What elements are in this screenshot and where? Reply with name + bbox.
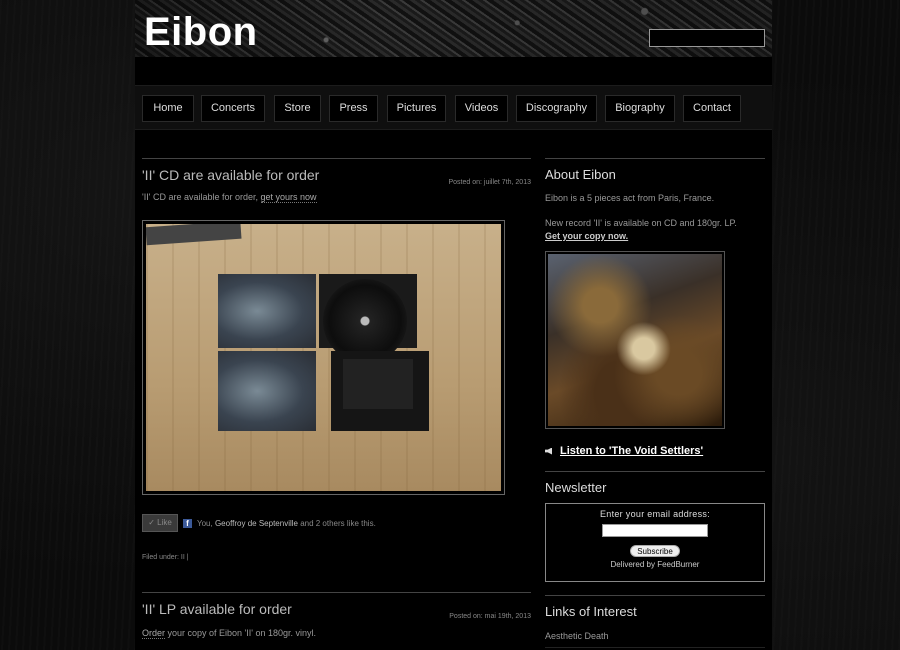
excerpt-text: your copy of Eibon 'II' on 180gr. vinyl. [165, 628, 317, 638]
site-title[interactable]: Eibon [144, 10, 258, 55]
divider [545, 595, 765, 596]
post-header: Posted on: mai 19th, 2013 'II' LP availa… [142, 601, 531, 620]
about-text: Eibon is a 5 pieces act from Paris, Fran… [545, 193, 715, 203]
post-header: Posted on: juillet 7th, 2013 'II' CD are… [142, 167, 531, 186]
nav-videos[interactable]: Videos [455, 95, 508, 122]
divider [545, 471, 765, 472]
facebook-like-row: ✓ Like f You, Geoffroy de Septenville an… [142, 514, 376, 532]
filed-under[interactable]: Filed under: II | [142, 554, 189, 561]
nav-pictures[interactable]: Pictures [387, 95, 446, 122]
link-item[interactable]: Aesthetic Death [545, 631, 765, 648]
like-others: and 2 others like this. [297, 518, 376, 528]
excerpt-text: 'II' CD are available for order, [142, 192, 261, 202]
sidebar: About Eibon Eibon is a 5 pieces act from… [545, 158, 765, 648]
post-excerpt: Order your copy of Eibon 'II' on 180gr. … [142, 628, 531, 639]
speaker-icon [545, 447, 552, 455]
main-content: Posted on: juillet 7th, 2013 'II' CD are… [142, 158, 531, 639]
main-nav: Home Concerts Store Press Pictures Video… [135, 85, 772, 130]
nav-store[interactable]: Store [274, 95, 321, 122]
post-image[interactable] [142, 220, 505, 495]
post-2: Posted on: mai 19th, 2013 'II' LP availa… [142, 592, 531, 639]
like-summary: You, Geoffroy de Septenville and 2 other… [197, 519, 376, 528]
newsletter-section: Newsletter Enter your email address: Sub… [545, 471, 765, 582]
cd-photo [146, 224, 501, 491]
page-container: Eibon Home Concerts Store Press Pictures… [135, 0, 772, 650]
like-friend-name[interactable]: Geoffroy de Septenville [215, 519, 298, 528]
nav-contact[interactable]: Contact [683, 95, 741, 122]
nav-concerts[interactable]: Concerts [201, 95, 265, 122]
links-title: Links of Interest [545, 604, 637, 619]
post-excerpt: 'II' CD are available for order, get you… [142, 192, 531, 203]
search-input[interactable] [649, 29, 765, 47]
like-button[interactable]: ✓ Like [142, 514, 178, 532]
links-section: Links of Interest Aesthetic Death [545, 595, 765, 648]
listen-link[interactable]: Listen to 'The Void Settlers' [560, 445, 703, 457]
email-field[interactable] [602, 524, 708, 537]
divider [545, 158, 765, 159]
excerpt-link[interactable]: get yours now [260, 192, 317, 203]
delivered-by[interactable]: Delivered by FeedBurner [546, 560, 764, 569]
record-description: New record 'II' is available on CD and 1… [545, 218, 737, 228]
post-date: Posted on: mai 19th, 2013 [449, 613, 531, 620]
nav-biography[interactable]: Biography [605, 95, 675, 122]
newsletter-form: Enter your email address: Subscribe Deli… [545, 503, 765, 582]
subscribe-button[interactable]: Subscribe [630, 545, 680, 557]
divider [142, 158, 531, 159]
album-art [548, 254, 722, 426]
excerpt-link[interactable]: Order [142, 628, 166, 639]
newsletter-title: Newsletter [545, 480, 607, 495]
email-label: Enter your email address: [599, 509, 711, 519]
about-title: About Eibon [545, 167, 616, 182]
divider [142, 592, 531, 593]
like-you: You, [197, 518, 215, 528]
header-banner: Eibon [135, 0, 772, 57]
album-cover[interactable] [545, 251, 725, 429]
facebook-icon: f [183, 518, 192, 528]
nav-discography[interactable]: Discography [516, 95, 597, 122]
listen-row: Listen to 'The Void Settlers' [545, 445, 703, 457]
record-text: New record 'II' is available on CD and 1… [545, 217, 765, 243]
nav-press[interactable]: Press [329, 95, 378, 122]
post-date: Posted on: juillet 7th, 2013 [448, 179, 531, 186]
get-copy-link[interactable]: Get your copy now. [545, 231, 628, 241]
nav-home[interactable]: Home [142, 95, 194, 122]
